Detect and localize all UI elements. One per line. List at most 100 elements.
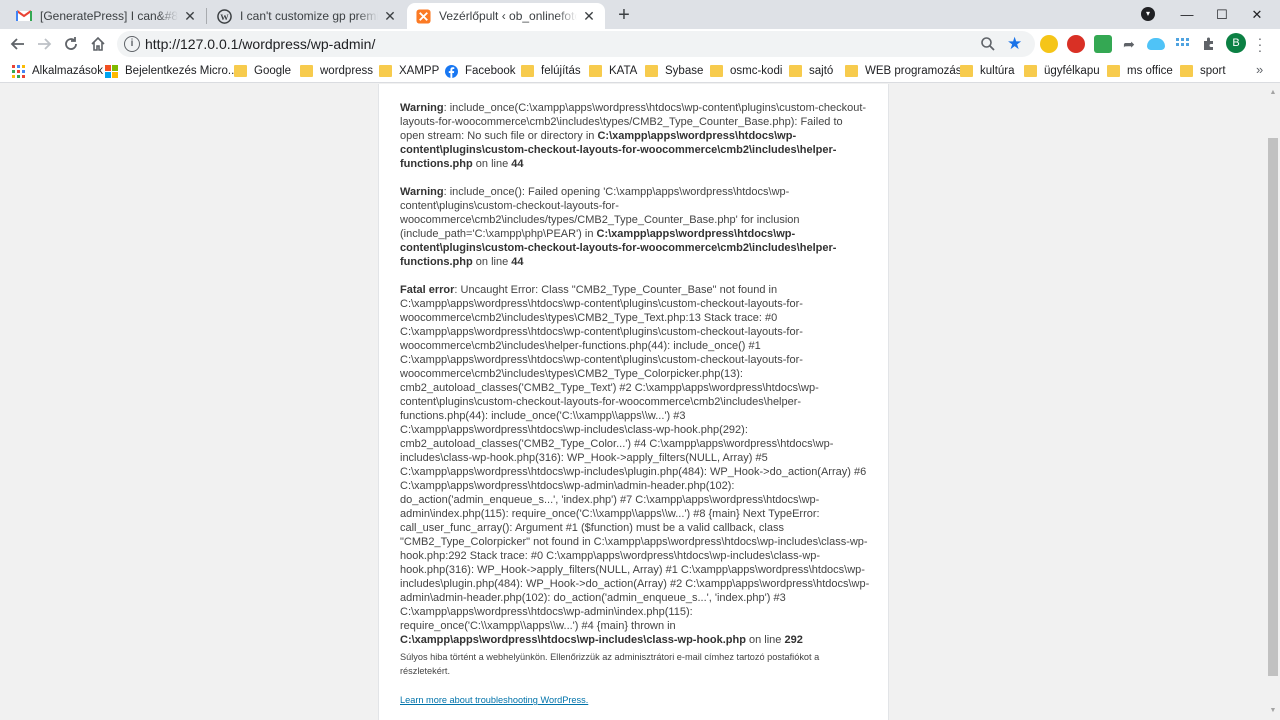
bookmark-felujitas[interactable]: felújítás — [521, 63, 581, 79]
extension-icon[interactable] — [1094, 35, 1112, 53]
scroll-up-arrow-icon[interactable]: ▲ — [1268, 86, 1278, 100]
bookmark-osmc-kodi[interactable]: osmc-kodi — [710, 63, 782, 79]
forward-arrow-icon[interactable] — [32, 32, 56, 56]
folder-icon — [710, 65, 723, 77]
share-icon[interactable]: ➦ — [1120, 35, 1138, 53]
folder-icon — [379, 65, 392, 77]
bookmark-microsoft[interactable]: Bejelentkezés Micro... — [105, 63, 238, 79]
bookmark-label: sport — [1200, 65, 1226, 77]
bookmark-web-programozas[interactable]: WEB programozás — [845, 63, 962, 79]
bookmark-label: XAMPP — [399, 65, 440, 77]
folder-icon — [521, 65, 534, 77]
scroll-down-arrow-icon[interactable]: ▼ — [1268, 704, 1278, 718]
more-menu-icon[interactable]: · · · — [1256, 31, 1264, 57]
bookmark-label: wordpress — [320, 65, 374, 77]
xampp-icon — [415, 8, 431, 24]
bookmarks-bar: Alkalmazások Bejelentkezés Micro... Goog… — [0, 59, 1280, 83]
learn-more-link[interactable]: Learn more about troubleshooting WordPre… — [400, 695, 588, 705]
tab-title: Vezérlőpult ‹ ob_onlinefoto — W — [439, 9, 577, 23]
bookmark-kultura[interactable]: kultúra — [960, 63, 1015, 79]
tab-vezerlopult[interactable]: Vezérlőpult ‹ ob_onlinefoto — W ✕ — [407, 3, 605, 29]
fatal-error-label: Fatal error — [400, 284, 455, 296]
tab-title: I can't customize gp premium - e — [240, 9, 378, 23]
folder-icon — [234, 65, 247, 77]
folder-icon — [645, 65, 658, 77]
folder-icon — [1024, 65, 1037, 77]
microsoft-icon — [105, 65, 118, 78]
tab-strip: [GeneratePress] I can&#8217;t cu ✕ W I c… — [0, 0, 1280, 29]
fatal-error-message: Fatal error: Uncaught Error: Class "CMB2… — [400, 283, 870, 647]
bookmark-label: felújítás — [541, 65, 581, 77]
bookmark-label: ügyfélkapu — [1044, 65, 1100, 77]
folder-icon — [960, 65, 973, 77]
warning-label: Warning — [400, 102, 444, 114]
warning-message-1: Warning: include_once(C:\xampp\apps\word… — [400, 101, 870, 171]
bookmark-google[interactable]: Google — [234, 63, 291, 79]
folder-icon — [789, 65, 802, 77]
bookmark-label: osmc-kodi — [730, 65, 783, 77]
back-arrow-icon[interactable] — [6, 32, 30, 56]
folder-icon — [845, 65, 858, 77]
fatal-error-path: C:\xampp\apps\wordpress\htdocs\wp-includ… — [400, 634, 746, 646]
close-icon[interactable]: ✕ — [581, 8, 597, 24]
tab-gp-premium[interactable]: W I can't customize gp premium - e ✕ — [208, 3, 406, 29]
bookmark-kata[interactable]: KATA — [589, 63, 637, 79]
line-number: 44 — [511, 256, 524, 268]
url-text[interactable]: http://127.0.0.1/wordpress/wp-admin/ — [145, 36, 375, 52]
on-line-text: on line — [745, 634, 785, 646]
warning-label: Warning — [400, 186, 444, 198]
bookmark-label: Sybase — [665, 65, 704, 77]
tab-title: [GeneratePress] I can&#8217;t cu — [40, 9, 178, 23]
bookmark-xampp[interactable]: XAMPP — [379, 63, 439, 79]
bookmark-label: Google — [254, 65, 292, 77]
gmail-icon — [16, 8, 32, 24]
bookmark-sajto[interactable]: sajtó — [789, 63, 833, 79]
bookmark-label: sajtó — [809, 65, 834, 77]
bookmark-label: ms office — [1127, 65, 1173, 77]
bookmark-label: KATA — [609, 65, 638, 77]
on-line-text: on line — [472, 256, 512, 268]
bookmark-sport[interactable]: sport — [1180, 63, 1226, 79]
site-info-icon[interactable]: i — [124, 36, 140, 52]
line-number: 44 — [511, 158, 524, 170]
extension-icon[interactable] — [1067, 35, 1085, 53]
folder-icon — [589, 65, 602, 77]
address-bar[interactable]: i http://127.0.0.1/wordpress/wp-admin/ ★ — [117, 31, 1035, 57]
grid-extension-icon[interactable] — [1174, 35, 1192, 53]
window-close-button[interactable]: ✕ — [1234, 0, 1280, 29]
bookmark-label: WEB programozás — [865, 65, 962, 77]
close-icon[interactable]: ✕ — [182, 8, 198, 24]
bookmark-label: Alkalmazások — [32, 65, 103, 77]
bookmark-label: Facebook — [465, 65, 516, 77]
scrollbar-thumb[interactable] — [1268, 138, 1278, 676]
tab-separator — [206, 8, 207, 24]
more-bookmarks-icon[interactable]: » — [1256, 62, 1263, 77]
tab-search-icon[interactable]: ▾ — [1141, 7, 1155, 21]
profile-avatar[interactable]: B — [1226, 33, 1246, 53]
bookmark-ms-office[interactable]: ms office — [1107, 63, 1173, 79]
zoom-icon[interactable] — [980, 36, 996, 52]
critical-error-note: Súlyos hiba történt a webhelyünkön. Elle… — [400, 652, 820, 676]
bookmark-apps[interactable]: Alkalmazások — [12, 63, 103, 79]
bookmark-facebook[interactable]: Facebook — [445, 63, 516, 79]
bookmark-sybase[interactable]: Sybase — [645, 63, 703, 79]
browser-toolbar: i http://127.0.0.1/wordpress/wp-admin/ ★… — [0, 29, 1280, 59]
svg-text:W: W — [220, 11, 229, 21]
close-icon[interactable]: ✕ — [382, 8, 398, 24]
home-icon[interactable] — [86, 32, 110, 56]
apps-grid-icon — [12, 65, 25, 78]
error-panel: Warning: include_once(C:\xampp\apps\word… — [378, 84, 889, 720]
line-number: 292 — [784, 634, 803, 646]
extension-icon[interactable] — [1040, 35, 1058, 53]
fatal-error-text: : Uncaught Error: Class "CMB2_Type_Count… — [400, 284, 870, 632]
puzzle-icon[interactable] — [1200, 35, 1218, 53]
tab-generatepress[interactable]: [GeneratePress] I can&#8217;t cu ✕ — [8, 3, 206, 29]
folder-icon — [300, 65, 313, 77]
new-tab-button[interactable]: + — [612, 4, 636, 28]
bookmark-ugyfelkapu[interactable]: ügyfélkapu — [1024, 63, 1100, 79]
bookmark-star-icon[interactable]: ★ — [1007, 34, 1022, 54]
reload-icon[interactable] — [59, 32, 83, 56]
cloud-icon[interactable] — [1147, 38, 1165, 50]
bookmark-wordpress[interactable]: wordpress — [300, 63, 373, 79]
facebook-icon — [445, 65, 458, 78]
